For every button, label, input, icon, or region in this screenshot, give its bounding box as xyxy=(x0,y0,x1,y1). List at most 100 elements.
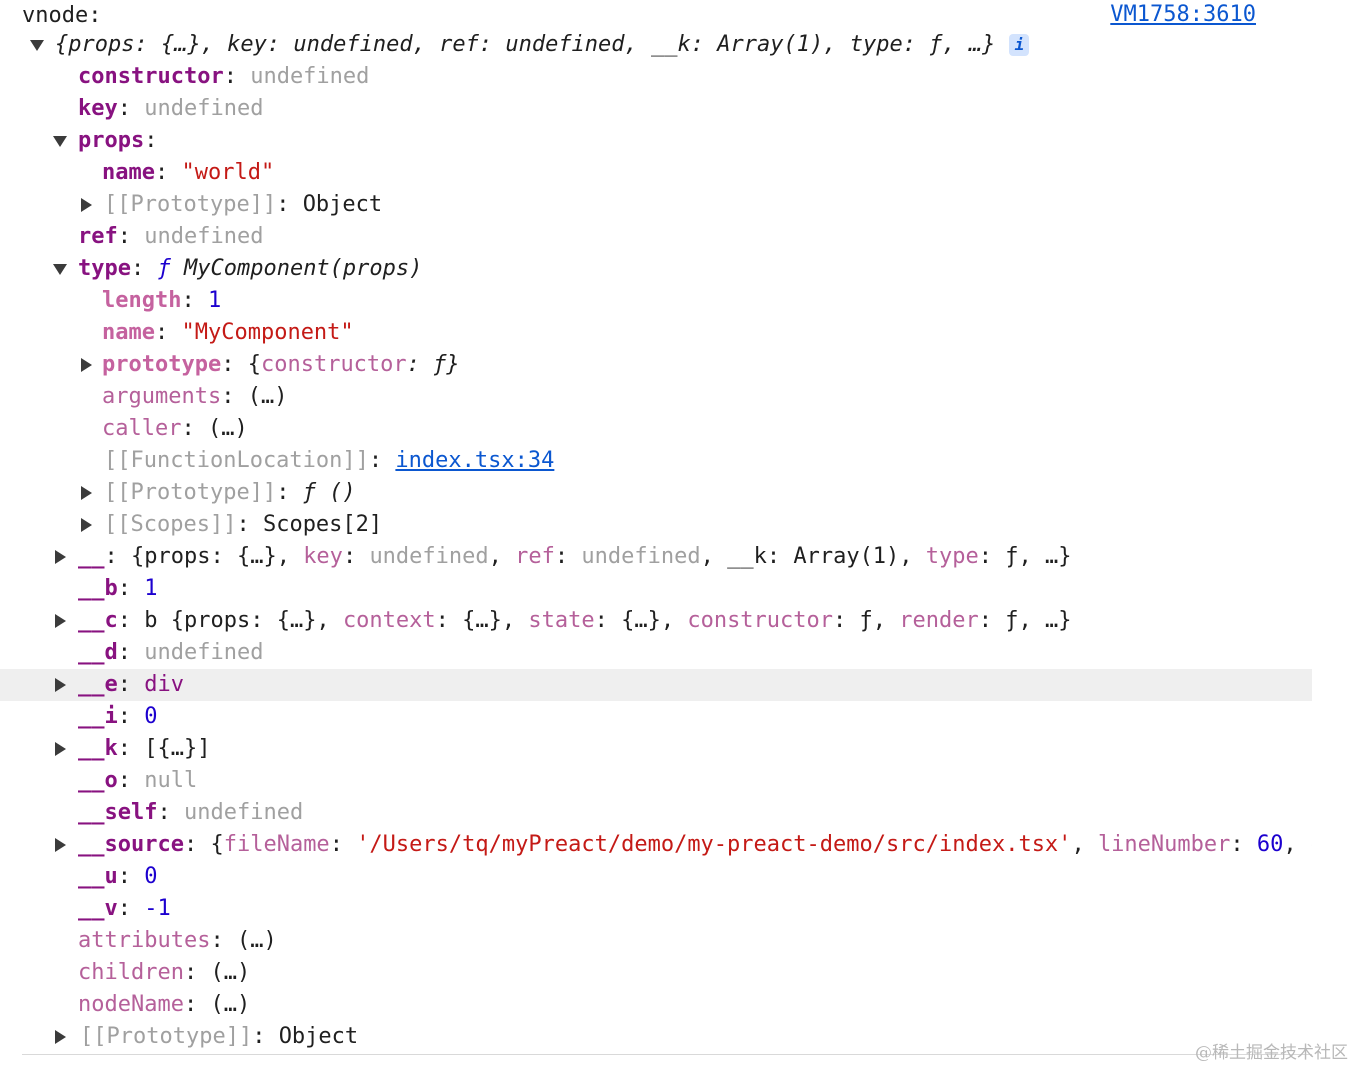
prop-row-fn-name: name: "MyComponent" xyxy=(102,320,354,345)
prop-value-part: , __k: Array(1), xyxy=(700,544,926,569)
prop-row-prototype-internal[interactable]: [[Prototype]]: Object xyxy=(0,189,1312,221)
expand-toggle-icon[interactable] xyxy=(29,29,45,61)
prop-value-part: , xyxy=(1071,832,1098,857)
prop-value-part: : xyxy=(342,544,370,569)
prop-value: null xyxy=(144,768,198,793)
source-link[interactable]: VM1758:3610 xyxy=(1110,0,1256,30)
prop-key: [[Scopes]] xyxy=(104,512,237,537)
expand-triangle-icon[interactable] xyxy=(52,1021,68,1053)
prop-value-part: b {props: {…}, xyxy=(144,608,343,633)
prop-value: "world" xyxy=(181,160,275,185)
prop-key: __e xyxy=(78,672,118,697)
prop-key: __c xyxy=(78,608,118,633)
prop-value: "MyComponent" xyxy=(181,320,354,345)
expand-triangle-icon[interactable] xyxy=(52,733,68,765)
lazy-value[interactable]: (…) xyxy=(210,992,250,1017)
prop-key: attributes xyxy=(78,928,211,953)
expand-triangle-icon[interactable] xyxy=(78,509,94,541)
prop-value-key: fileName xyxy=(223,832,330,857)
prop-value-part: : {…}, xyxy=(435,608,529,633)
prop-key: name xyxy=(102,320,155,345)
object-summary-row[interactable]: {props: {…}, key: undefined, ref: undefi… xyxy=(0,29,1312,61)
prop-value: undefined xyxy=(144,96,264,121)
prop-value-part: : xyxy=(554,544,582,569)
collapse-triangle-icon[interactable] xyxy=(52,125,68,157)
prop-row-length: length: 1 xyxy=(102,288,222,313)
prop-value-open: { xyxy=(247,352,261,377)
prop-row-source[interactable]: __source: {fileName: '/Users/tq/myPreact… xyxy=(0,829,1312,861)
prop-value-key: lineNumber xyxy=(1097,832,1231,857)
lazy-value[interactable]: (…) xyxy=(237,928,277,953)
prop-key: type xyxy=(78,256,131,281)
prop-value: undefined xyxy=(250,64,370,89)
prop-value-part: : {…}, xyxy=(594,608,688,633)
prop-key: [[FunctionLocation]] xyxy=(104,448,369,473)
prop-row-scopes[interactable]: [[Scopes]]: Scopes[2] xyxy=(0,509,1312,541)
expand-triangle-icon[interactable] xyxy=(52,669,68,701)
prop-value-key: constructor xyxy=(687,608,834,633)
prop-value-number: 60 xyxy=(1256,832,1284,857)
prop-value-part: {props: {…}, xyxy=(131,544,304,569)
expand-triangle-icon[interactable] xyxy=(78,349,94,381)
prop-value-part: { xyxy=(210,832,224,857)
expand-triangle-icon[interactable] xyxy=(52,605,68,637)
prop-value-part: , c xyxy=(1283,832,1312,857)
prop-value: Object xyxy=(278,1024,359,1049)
prop-value-part: undefined xyxy=(369,544,489,569)
prop-value-part: : xyxy=(329,832,357,857)
prop-row-b: __b: 1 xyxy=(78,576,158,601)
prop-value-key: render xyxy=(899,608,979,633)
lazy-value[interactable]: (…) xyxy=(210,960,250,985)
prop-value-key: ref xyxy=(515,544,555,569)
prop-row-props[interactable]: props: xyxy=(0,125,1312,157)
prop-row-children[interactable]: children: (…) xyxy=(0,957,1312,989)
function-location-link[interactable]: index.tsx:34 xyxy=(395,448,554,473)
lazy-value[interactable]: (…) xyxy=(248,384,288,409)
prop-value: undefined xyxy=(183,800,304,825)
prop-key: __k xyxy=(78,736,118,761)
lazy-value[interactable]: (…) xyxy=(208,416,248,441)
prop-value-part: : ƒ, xyxy=(833,608,900,633)
prop-row-k[interactable]: __k: [{…}] xyxy=(0,733,1312,765)
prop-value: -1 xyxy=(144,896,171,921)
prop-row-arguments[interactable]: arguments: (…) xyxy=(0,381,1312,413)
prop-key: key xyxy=(78,96,118,121)
prop-key: caller xyxy=(102,416,182,441)
prop-row-name: name: "world" xyxy=(102,160,275,185)
prop-value: 1 xyxy=(207,288,222,313)
prop-row-fn-prototype-internal[interactable]: [[Prototype]]: ƒ () xyxy=(0,477,1312,509)
expand-triangle-icon[interactable] xyxy=(78,189,94,221)
prop-row-c[interactable]: __c: b {props: {…}, context: {…}, state:… xyxy=(0,605,1312,637)
prop-value-key: key xyxy=(303,544,343,569)
prop-value-part: : xyxy=(1230,832,1257,857)
expand-triangle-icon[interactable] xyxy=(52,829,68,861)
prop-row-caller[interactable]: caller: (…) xyxy=(0,413,1312,445)
info-icon[interactable]: i xyxy=(1009,34,1030,56)
prop-key: __ xyxy=(78,544,105,569)
prop-row-e[interactable]: __e: div xyxy=(0,669,1312,701)
prop-value-key: context xyxy=(342,608,436,633)
prop-value-part: : ƒ, …} xyxy=(978,608,1072,633)
prop-key: prototype xyxy=(102,352,222,377)
prop-key: [[Prototype]] xyxy=(80,1024,253,1049)
log-label: vnode: xyxy=(22,3,102,28)
prop-row-v: __v: -1 xyxy=(78,896,171,921)
prop-row-attributes[interactable]: attributes: (…) xyxy=(0,925,1312,957)
prop-key: nodeName xyxy=(78,992,184,1017)
prop-key: length xyxy=(102,288,182,313)
prop-row-prototype[interactable]: prototype: {constructor: ƒ} xyxy=(0,349,1312,381)
collapse-triangle-icon[interactable] xyxy=(52,253,68,285)
prop-value: Scopes[2] xyxy=(262,512,383,537)
expand-triangle-icon[interactable] xyxy=(78,477,94,509)
prop-key: ref xyxy=(78,224,118,249)
prop-row-type[interactable]: type: ƒ MyComponent(props) xyxy=(0,253,1312,285)
prop-value: ƒ () xyxy=(302,480,356,505)
prop-row-u: __u: 0 xyxy=(78,864,158,889)
prop-row-nodename[interactable]: nodeName: (…) xyxy=(0,989,1312,1021)
expand-triangle-icon[interactable] xyxy=(52,541,68,573)
prop-value-string: '/Users/tq/myPreact/demo/my-preact-demo/… xyxy=(356,832,1072,857)
prop-value-part: : ƒ, …} xyxy=(978,544,1072,569)
prop-row-underscore[interactable]: __: {props: {…}, key: undefined, ref: un… xyxy=(0,541,1312,573)
prop-row-object-prototype[interactable]: [[Prototype]]: Object xyxy=(0,1021,1312,1053)
prop-value-part: , xyxy=(488,544,516,569)
